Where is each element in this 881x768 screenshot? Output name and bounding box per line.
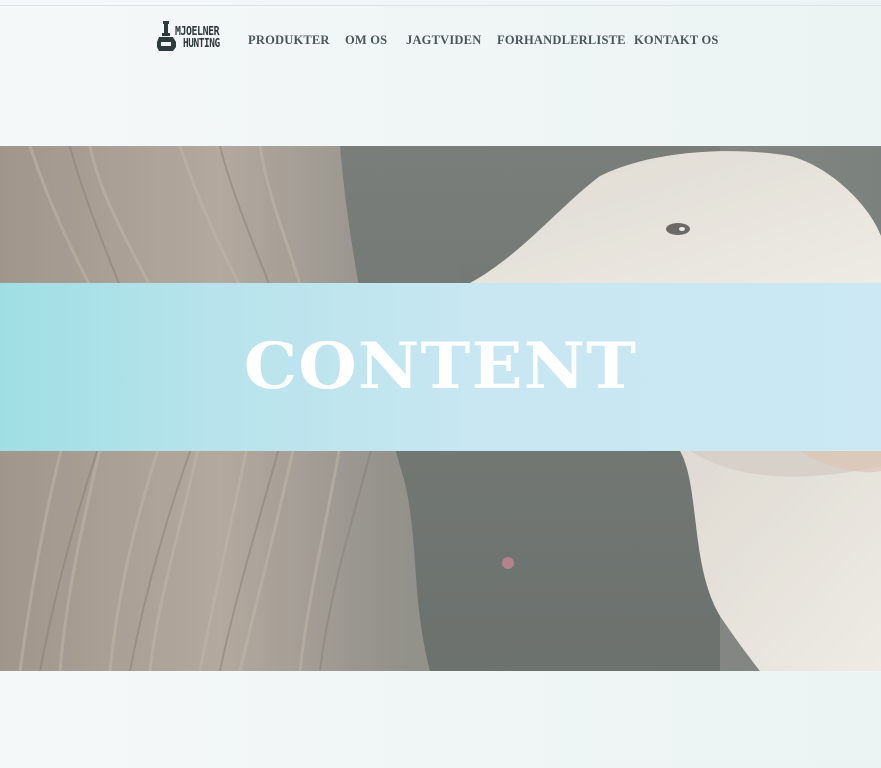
nav-item-forhandlerliste[interactable]: FORHANDLERLISTE (497, 33, 626, 48)
nav-item-kontakt-os[interactable]: KONTAKT OS (634, 33, 719, 48)
nav-item-produkter[interactable]: PRODUKTER (248, 33, 330, 48)
brand-logo-link[interactable]: MJOELNER HUNTING (157, 20, 229, 52)
hero-title: CONTENT (243, 329, 638, 404)
nav-item-jagtviden[interactable]: JAGTVIDEN (406, 33, 481, 48)
content-banner: CONTENT (0, 283, 881, 451)
brand-name-line2: HUNTING (183, 36, 220, 50)
hero-section: CONTENT (0, 146, 881, 671)
site-header: MJOELNER HUNTING PRODUKTER OM OS JAGTVID… (0, 0, 881, 80)
nav-item-om-os[interactable]: OM OS (345, 33, 387, 48)
